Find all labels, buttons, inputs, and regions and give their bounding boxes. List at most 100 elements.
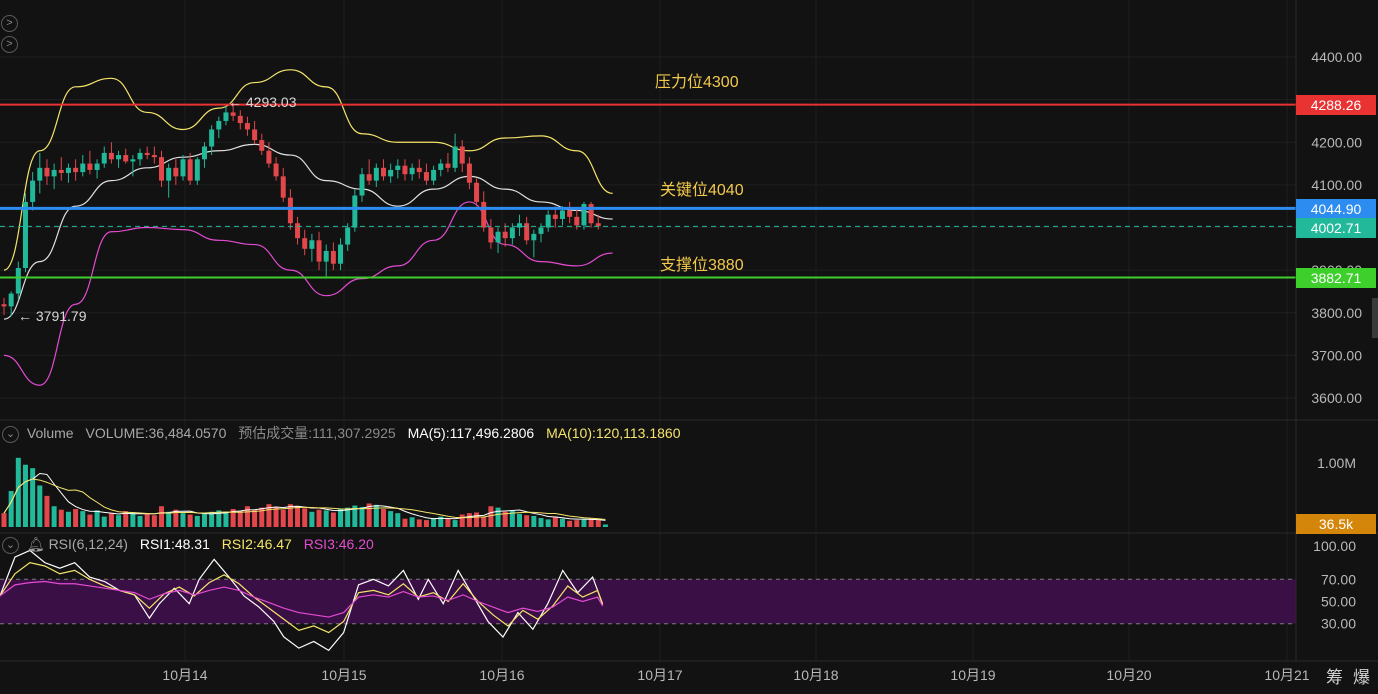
candle-body (101, 152, 107, 164)
volume-bar (474, 512, 480, 527)
candle-body (524, 223, 530, 241)
candle-body (87, 163, 93, 170)
candle-body (517, 223, 523, 228)
rsi-panel (0, 549, 1296, 652)
price-tick-label: 4100.00 (1311, 177, 1362, 193)
candle-body (223, 112, 229, 121)
candle-body (380, 167, 386, 177)
candle-body (123, 155, 129, 162)
candle-body (137, 152, 143, 160)
rsi3-value: RSI3:46.20 (303, 536, 374, 552)
volume-ma5: MA(5):117,496.2806 (407, 425, 535, 441)
x-tick-label: 10月15 (321, 667, 366, 683)
volume-bar (517, 513, 523, 527)
x-tick-label: 10月19 (950, 667, 995, 683)
volume-bar (37, 485, 43, 527)
volume-bar (488, 506, 494, 527)
volume-bar (395, 513, 401, 527)
rsi-collapse-icon[interactable]: ⌄ (2, 536, 19, 554)
candle-body (509, 227, 515, 239)
candle-body (488, 227, 494, 243)
volume-title: Volume (26, 425, 74, 441)
candle-body (452, 146, 458, 168)
volume-bar (552, 516, 558, 527)
key-level-label: 关键位4040 (660, 182, 744, 199)
candle-body (252, 129, 258, 141)
candle-body (302, 238, 308, 249)
expand-toggle-icon[interactable]: > (1, 36, 18, 53)
candle-body (230, 112, 236, 116)
x-tick-label: 10月18 (793, 667, 838, 683)
candle-body (474, 182, 480, 202)
candle-body (116, 155, 122, 160)
x-tick-label: 10月16 (479, 667, 524, 683)
support-label: 支撑位3880 (660, 257, 744, 274)
candle-body (266, 150, 272, 164)
volume-bar (445, 518, 451, 527)
side-panel-handle[interactable] (1372, 298, 1378, 338)
candle-body (502, 231, 508, 239)
low-value: 3791.79 (35, 308, 87, 324)
candle-body (173, 167, 179, 177)
volume-bar (87, 514, 93, 527)
price-tick-label: 4400.00 (1311, 49, 1362, 65)
candle-body (73, 167, 79, 173)
volume-bar (581, 519, 587, 527)
volume-bar (416, 519, 422, 527)
x-tick-label: 10月14 (162, 667, 207, 683)
candle-body (187, 159, 193, 181)
key-price-badge: 4044.90 (1296, 199, 1376, 219)
volume-bar (323, 510, 329, 527)
candle-body (216, 120, 222, 130)
high-value: 4293.03 (245, 94, 297, 110)
candle-body (495, 231, 501, 243)
bollinger-middle (3, 143, 613, 320)
volume-bar (380, 509, 386, 527)
volume-bar (252, 509, 258, 527)
candle-body (545, 214, 551, 228)
volume-bars (1, 457, 608, 527)
volume-bar (309, 511, 315, 527)
volume-bar (330, 512, 336, 527)
collapse-toggle-icon[interactable]: > (1, 15, 18, 32)
volume-bar (8, 491, 14, 527)
candle-body (395, 165, 401, 170)
rsi-legend: ⌄ 🔔︎ RSI(6,12,24) RSI1:48.31 RSI2:46.47 … (2, 536, 382, 554)
candle-body (280, 176, 286, 198)
rsi-tick-label: 30.00 (1321, 616, 1356, 632)
candle-body (94, 163, 100, 170)
rsi-band (0, 579, 1296, 624)
volume-bar (574, 520, 580, 527)
volume-bar (316, 509, 322, 527)
candle-body (295, 223, 301, 239)
candle-body (595, 223, 601, 227)
volume-bar (559, 518, 565, 527)
candle-body (201, 146, 207, 160)
volume-bar (338, 509, 344, 527)
candle-body (445, 163, 451, 168)
rsi-tick-label: 50.00 (1321, 594, 1356, 610)
candle-body (166, 167, 172, 181)
bell-icon[interactable]: 🔔︎ (27, 536, 45, 552)
candle-body (409, 167, 415, 175)
volume-badge: 36.5k (1296, 514, 1376, 534)
candle-body (330, 250, 336, 264)
volume-bar (151, 515, 157, 527)
volume-bar (237, 511, 243, 527)
candle-body (373, 167, 379, 181)
volume-ma10: MA(10):120,113.1860 (546, 425, 681, 441)
volume-collapse-icon[interactable]: ⌄ (2, 425, 19, 443)
volume-bar (280, 509, 286, 527)
volume-bar (409, 517, 415, 527)
volume-bar (423, 520, 429, 527)
candle-body (466, 163, 472, 183)
volume-bar (524, 515, 530, 527)
volume-bar (73, 509, 79, 527)
volume-bar (567, 520, 573, 527)
volume-axis-tick: 1.00M (1317, 455, 1356, 471)
candle-body (194, 159, 200, 181)
volume-bar (94, 510, 100, 527)
resistance-price-badge: 4288.26 (1296, 95, 1376, 115)
price-levels (0, 103, 1296, 279)
volume-bar (602, 524, 608, 527)
